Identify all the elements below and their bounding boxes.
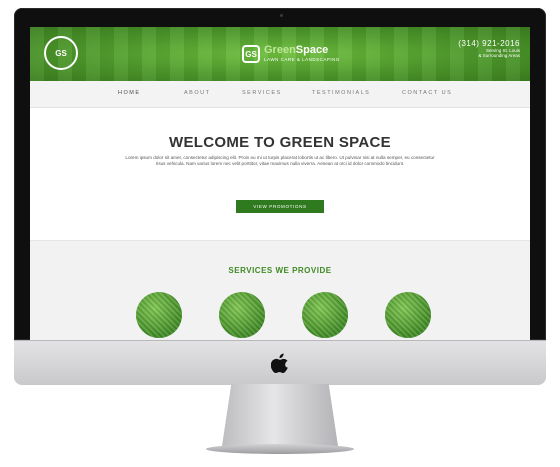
nav-item-testimonials[interactable]: TESTIMONIALS [312,90,370,96]
brand-name: GreenSpace [264,45,340,56]
brand-subtitle: LAWN CARE & LANDSCAPING [264,57,340,63]
badge-logo[interactable]: GS [44,36,78,70]
hero-title: WELCOME TO GREEN SPACE [169,134,391,151]
nav-item-about[interactable]: ABOUT [184,90,210,96]
brand-mark-text: GS [245,49,257,59]
view-promotions-button[interactable]: VIEW PROMOTIONS [236,200,324,213]
website-screen: GS GS GreenSpace LAWN CARE & LANDSCAPING… [30,27,530,340]
main-nav: HOME ABOUT SERVICES TESTIMONIALS CONTACT… [30,81,530,108]
brand-mark-icon: GS [242,45,260,63]
badge-text: GS [55,48,67,58]
monitor-stand [222,384,338,446]
services-section: SERVICES WE PROVIDE [30,240,530,340]
service-image-2[interactable] [219,292,265,338]
service-image-3[interactable] [302,292,348,338]
header-contact: (314) 921-2016 Serving St. Louis & Surro… [458,39,520,59]
service-image-1[interactable] [136,292,182,338]
nav-item-contact[interactable]: CONTACT US [402,90,452,96]
brand-text: GreenSpace LAWN CARE & LANDSCAPING [264,45,340,63]
phone-number[interactable]: (314) 921-2016 [458,39,520,48]
brand-name-part2: Space [295,44,329,57]
brand-name-part1: Green [264,44,296,57]
hero-body-text: Lorem ipsum dolor sit amet, consectetur … [125,155,435,167]
apple-logo-icon [271,353,288,373]
hero-section: WELCOME TO GREEN SPACE Lorem ipsum dolor… [30,108,530,240]
site-header: GS GS GreenSpace LAWN CARE & LANDSCAPING… [30,27,530,81]
nav-item-services[interactable]: SERVICES [242,90,282,96]
services-title: SERVICES WE PROVIDE [228,266,332,275]
imac-mockup: GS GS GreenSpace LAWN CARE & LANDSCAPING… [0,0,560,467]
brand-logo[interactable]: GS GreenSpace LAWN CARE & LANDSCAPING [242,41,340,67]
contact-line-2: & Surrounding Areas [478,53,520,59]
stand-foot [206,444,354,454]
camera-icon [280,14,283,17]
nav-item-home[interactable]: HOME [118,90,141,96]
service-image-4[interactable] [385,292,431,338]
